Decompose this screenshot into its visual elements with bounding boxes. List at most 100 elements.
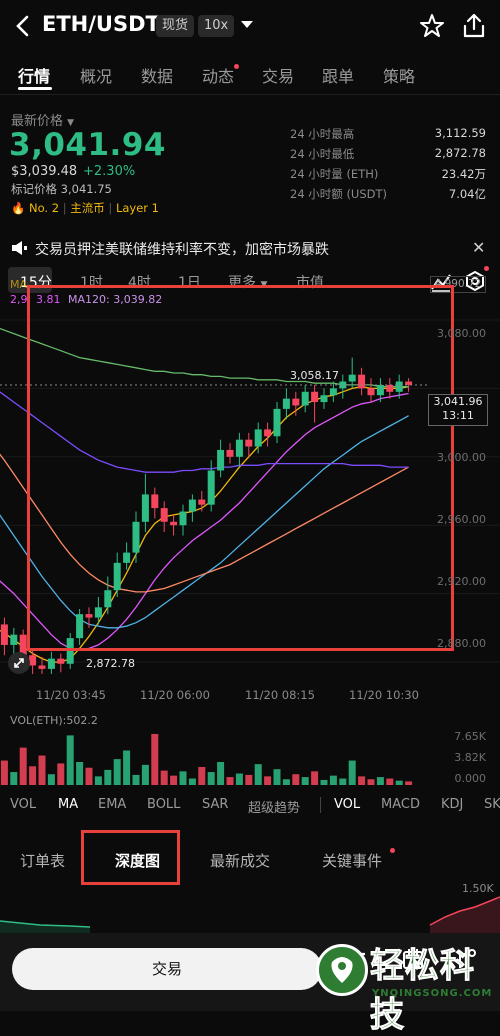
stat-value-high: 3,112.59 bbox=[434, 126, 486, 140]
vol-tick: 0.000 bbox=[454, 772, 487, 785]
indicator-sk[interactable]: SK bbox=[484, 797, 500, 812]
tab-overview[interactable]: 概况 bbox=[80, 63, 112, 87]
volume-bar bbox=[264, 776, 272, 785]
news-text[interactable]: 交易员押注美联储维持利率不变，加密市场暴跌 bbox=[35, 239, 329, 259]
volume-bar bbox=[76, 761, 84, 785]
fire-icon: 🔥 bbox=[11, 201, 26, 215]
volume-bar bbox=[57, 763, 65, 785]
stat-label-volume: 24 小时量 (ETH) bbox=[290, 167, 379, 181]
watermark-brand: 轻松科技 bbox=[370, 946, 475, 1036]
divider bbox=[0, 94, 500, 95]
volume-bar bbox=[348, 760, 356, 785]
subtab-recent-trades[interactable]: 最新成交 bbox=[210, 850, 270, 871]
megaphone-icon bbox=[12, 241, 27, 255]
tab-data[interactable]: 数据 bbox=[141, 63, 173, 87]
x-tick: 11/20 06:00 bbox=[140, 688, 210, 702]
volume-bar bbox=[217, 761, 225, 785]
volume-bar bbox=[160, 770, 168, 785]
volume-bar bbox=[386, 778, 394, 785]
news-banner[interactable]: 交易员押注美联储维持利率不变，加密市场暴跌 ✕ bbox=[0, 232, 500, 264]
volume-bar bbox=[66, 735, 74, 785]
volume-bar bbox=[367, 779, 375, 785]
usd-price: $3,039.48 bbox=[11, 164, 78, 179]
volume-bar bbox=[19, 747, 27, 785]
candle bbox=[10, 634, 18, 645]
share-icon[interactable] bbox=[460, 12, 488, 40]
stat-value-turnover: 7.04亿 bbox=[448, 187, 486, 201]
indicator-macd[interactable]: MACD bbox=[381, 797, 420, 812]
volume-bar bbox=[282, 779, 290, 785]
volume-bar bbox=[245, 774, 253, 785]
volume-bar bbox=[188, 778, 196, 785]
x-tick: 11/20 08:15 bbox=[245, 688, 315, 702]
candle-countdown: 13:11 bbox=[442, 409, 474, 422]
tab-trade[interactable]: 交易 bbox=[262, 63, 294, 87]
ma-legend-partial: MA bbox=[10, 278, 28, 291]
close-icon[interactable]: ✕ bbox=[472, 238, 485, 257]
volume-bar bbox=[123, 750, 131, 785]
subtab-orderbook[interactable]: 订单表 bbox=[20, 850, 65, 871]
chart-low-label: 2,872.78 bbox=[86, 657, 135, 670]
volume-bar bbox=[170, 775, 178, 785]
vol-tick: 7.65K bbox=[454, 730, 486, 743]
depth-tick: 1.50K bbox=[462, 882, 494, 895]
stat-label-turnover: 24 小时额 (USDT) bbox=[290, 187, 388, 201]
latest-price: 3,041.94 bbox=[9, 127, 166, 163]
indicator-ema[interactable]: EMA bbox=[98, 797, 126, 812]
volume-bar bbox=[10, 772, 18, 785]
current-price-value: 3,041.96 bbox=[433, 395, 483, 408]
star-icon[interactable] bbox=[418, 12, 446, 40]
indicator-sar[interactable]: SAR bbox=[202, 797, 228, 812]
tab-market[interactable]: 行情 bbox=[18, 63, 50, 87]
back-arrow-icon[interactable] bbox=[12, 12, 36, 40]
volume-bar bbox=[329, 775, 337, 785]
volume-bar bbox=[339, 778, 347, 785]
volume-chart bbox=[0, 733, 413, 785]
volume-bar bbox=[0, 760, 8, 785]
volume-bar bbox=[141, 764, 149, 785]
spot-tag: 现货 bbox=[156, 15, 195, 37]
header-bar: ETH/USDT 现货 10x bbox=[0, 0, 500, 52]
rank-badge[interactable]: No. 2 bbox=[29, 201, 59, 215]
divider bbox=[320, 797, 321, 813]
current-price-tag: 3,041.96 13:11 bbox=[428, 394, 488, 426]
indicator-kdj[interactable]: KDJ bbox=[441, 797, 463, 812]
volume-bar bbox=[320, 779, 328, 785]
pair-title[interactable]: ETH/USDT bbox=[42, 12, 160, 36]
tag-mainstream[interactable]: 主流币 bbox=[70, 201, 105, 215]
y-tick: 2,960.00 bbox=[437, 513, 486, 526]
stat-value-volume: 23.42万 bbox=[441, 167, 486, 181]
tag-layer1[interactable]: Layer 1 bbox=[116, 201, 159, 215]
volume-bar bbox=[179, 771, 187, 785]
volume-bar bbox=[85, 767, 93, 785]
volume-bar bbox=[301, 777, 309, 785]
tab-copy[interactable]: 跟单 bbox=[322, 63, 354, 87]
volume-bar bbox=[292, 774, 300, 785]
candle bbox=[29, 655, 37, 666]
subtab-key-events[interactable]: 关键事件 bbox=[322, 850, 382, 871]
fullscreen-icon[interactable] bbox=[8, 652, 30, 674]
y-tick: 3,000.00 bbox=[437, 451, 486, 464]
indicator-supertrend[interactable]: 超级趋势 bbox=[248, 797, 300, 816]
indicator-ma[interactable]: MA bbox=[58, 797, 78, 812]
volume-bar bbox=[29, 766, 37, 785]
trade-button[interactable]: 交易 bbox=[12, 948, 322, 990]
rank-tags: 🔥 No. 2 | 主流币 | Layer 1 bbox=[11, 201, 159, 215]
indicator-vol[interactable]: VOL bbox=[10, 797, 36, 812]
volume-bar bbox=[113, 759, 121, 785]
volume-bar bbox=[273, 769, 281, 785]
volume-bar bbox=[151, 733, 159, 785]
key-events-notification-dot bbox=[390, 848, 395, 853]
volume-bar bbox=[47, 774, 55, 785]
tab-feed[interactable]: 动态 bbox=[202, 63, 234, 87]
volume-bar bbox=[38, 755, 46, 785]
leverage-tag[interactable]: 10x bbox=[198, 15, 235, 37]
mark-price: 标记价格 3,041.75 bbox=[11, 182, 112, 196]
indicator-vol-sub[interactable]: VOL bbox=[334, 797, 360, 812]
pair-dropdown-icon[interactable] bbox=[240, 20, 254, 30]
volume-bar bbox=[358, 776, 366, 785]
indicator-boll[interactable]: BOLL bbox=[147, 797, 180, 812]
tab-strategy[interactable]: 策略 bbox=[383, 63, 415, 87]
subtab-depth[interactable]: 深度图 bbox=[115, 850, 160, 871]
candle bbox=[57, 658, 65, 664]
